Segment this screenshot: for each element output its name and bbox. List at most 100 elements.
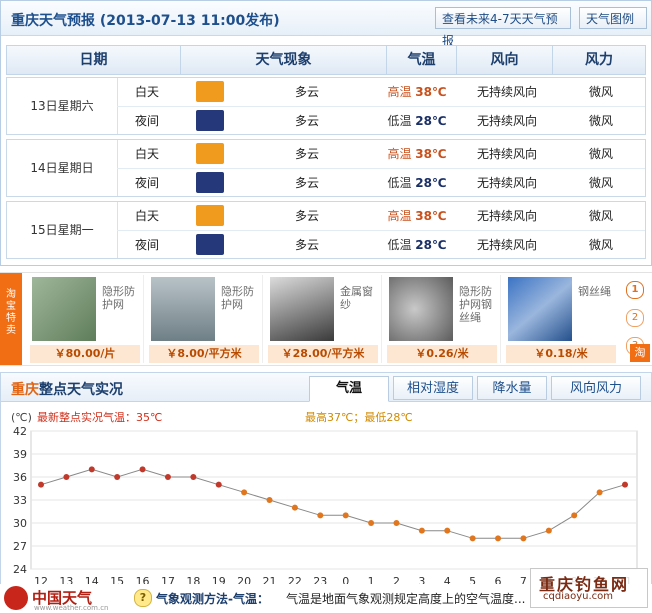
help-text: 气温是地面气象观测规定高度上的空气温度...: [286, 592, 526, 606]
y-tick-label: 36: [13, 471, 27, 484]
pager-dot-2[interactable]: 2: [626, 309, 644, 327]
wind-power: 微风: [588, 176, 613, 190]
data-point[interactable]: [88, 466, 95, 473]
wind-direction: 无持续风向: [476, 147, 537, 161]
ad-product[interactable]: 隐形防护网 ￥8.00/平方米: [145, 275, 263, 363]
observation-header: 重庆整点天气实况 气温 相对湿度 降水量 风向风力: [1, 373, 651, 402]
forecast-title: 重庆天气预报 (2013-07-13 11:00发布): [11, 13, 280, 29]
sunny-cloudy-icon: [196, 81, 224, 102]
product-price[interactable]: ￥0.18/米: [506, 345, 616, 363]
weather-text: 多云: [294, 147, 319, 161]
product-image[interactable]: [389, 277, 453, 341]
data-point[interactable]: [114, 474, 121, 480]
data-point[interactable]: [190, 474, 197, 480]
ad-product[interactable]: 隐形防护网 ￥80.00/片: [26, 275, 144, 363]
product-price[interactable]: ￥80.00/片: [30, 345, 140, 363]
data-point[interactable]: [495, 535, 502, 542]
data-point[interactable]: [571, 512, 578, 519]
product-image[interactable]: [151, 277, 215, 341]
future-forecast-button[interactable]: 查看未来4-7天天气预报: [435, 7, 571, 48]
chart-range-label: 最高37℃；最低28℃: [305, 410, 413, 424]
product-name[interactable]: 钢丝绳: [578, 285, 618, 298]
product-price[interactable]: ￥8.00/平方米: [149, 345, 259, 363]
col-wind-dir: 风向: [457, 46, 553, 74]
forecast-header: 重庆天气预报 (2013-07-13 11:00发布) 查看未来4-7天天气预报…: [1, 1, 651, 48]
data-point[interactable]: [317, 512, 324, 519]
product-image[interactable]: [508, 277, 572, 341]
data-point[interactable]: [520, 535, 527, 542]
moon-cloudy-icon: [196, 234, 224, 255]
product-price[interactable]: ￥28.00/平方米: [268, 345, 378, 363]
product-name[interactable]: 金属窗纱: [340, 285, 380, 311]
weather-text: 多云: [294, 85, 319, 99]
data-point[interactable]: [164, 474, 171, 480]
day-date: 15日星期一: [7, 202, 118, 258]
sunny-cloudy-icon: [196, 143, 224, 164]
forecast-column-headers: 日期 天气现象 气温 风向 风力: [6, 45, 646, 75]
y-tick-label: 30: [13, 517, 27, 530]
data-point[interactable]: [545, 527, 552, 534]
y-tick-label: 27: [13, 540, 27, 553]
weather-text: 多云: [294, 176, 319, 190]
data-point[interactable]: [63, 474, 70, 480]
forecast-row-night: 夜间 多云 低温 28℃ 无持续风向 微风: [117, 106, 645, 135]
col-wind-power: 风力: [585, 52, 613, 68]
data-point[interactable]: [241, 489, 248, 496]
tab-precipitation[interactable]: 降水量: [477, 376, 547, 400]
wind-power: 微风: [588, 114, 613, 128]
help-icon[interactable]: ?: [134, 589, 152, 607]
forecast-day: 14日星期日 白天 多云 高温 38℃ 无持续风向 微风 夜间 多云 低温 28…: [6, 139, 646, 197]
data-point[interactable]: [469, 535, 476, 542]
tab-wind[interactable]: 风向风力: [551, 376, 641, 400]
tab-temperature[interactable]: 气温: [309, 376, 389, 402]
taobao-badge[interactable]: 淘: [630, 344, 650, 362]
product-image[interactable]: [270, 277, 334, 341]
wind-power: 微风: [588, 209, 613, 223]
wind-power: 微风: [588, 85, 613, 99]
weather-legend-button[interactable]: 天气图例: [579, 7, 647, 29]
product-name[interactable]: 隐形防护网: [221, 285, 261, 311]
data-point[interactable]: [418, 527, 425, 534]
moon-cloudy-icon: [196, 110, 224, 131]
temp-high: 高温 38℃: [387, 209, 447, 223]
data-point[interactable]: [342, 512, 349, 519]
data-point[interactable]: [291, 504, 298, 511]
product-name[interactable]: 隐形防护网钢丝绳: [459, 285, 499, 324]
data-point[interactable]: [596, 489, 603, 496]
forecast-row-night: 夜间 多云 低温 28℃ 无持续风向 微风: [117, 230, 645, 259]
col-weather: 天气现象: [181, 46, 387, 74]
product-name[interactable]: 隐形防护网: [102, 285, 142, 311]
y-tick-label: 39: [13, 448, 27, 461]
product-price[interactable]: ￥0.26/米: [387, 345, 497, 363]
data-point[interactable]: [38, 481, 44, 488]
period-label: 白天: [134, 209, 159, 223]
taobao-logo[interactable]: 淘宝特卖: [0, 273, 22, 365]
data-point[interactable]: [444, 527, 451, 534]
y-tick-label: 42: [13, 425, 27, 438]
temp-low: 低温 28℃: [387, 176, 447, 190]
ad-product[interactable]: 钢丝绳 ￥0.18/米: [502, 275, 619, 363]
footer-url[interactable]: www.weather.com.cn: [34, 604, 109, 612]
data-point[interactable]: [393, 520, 400, 526]
day-date: 14日星期日: [7, 140, 118, 196]
period-label: 夜间: [134, 114, 159, 128]
data-point[interactable]: [368, 520, 375, 526]
wind-power: 微风: [588, 147, 613, 161]
temp-high: 高温 38℃: [387, 147, 447, 161]
data-point[interactable]: [215, 481, 222, 488]
product-image[interactable]: [32, 277, 96, 341]
data-point[interactable]: [139, 466, 146, 473]
data-point[interactable]: [266, 497, 273, 503]
forecast-row-night: 夜间 多云 低温 28℃ 无持续风向 微风: [117, 168, 645, 197]
ad-product[interactable]: 金属窗纱 ￥28.00/平方米: [264, 275, 382, 363]
tab-humidity[interactable]: 相对湿度: [393, 376, 473, 400]
ad-product[interactable]: 隐形防护网钢丝绳 ￥0.26/米: [383, 275, 501, 363]
wind-power: 微风: [588, 238, 613, 252]
weather-text: 多云: [294, 209, 319, 223]
temp-low: 低温 28℃: [387, 114, 447, 128]
weather-china-logo-icon[interactable]: [4, 586, 28, 610]
wind-direction: 无持续风向: [476, 85, 537, 99]
help-label[interactable]: 气象观测方法-气温：: [156, 590, 269, 607]
data-point[interactable]: [622, 481, 628, 488]
pager-dot-1[interactable]: 1: [626, 281, 644, 299]
